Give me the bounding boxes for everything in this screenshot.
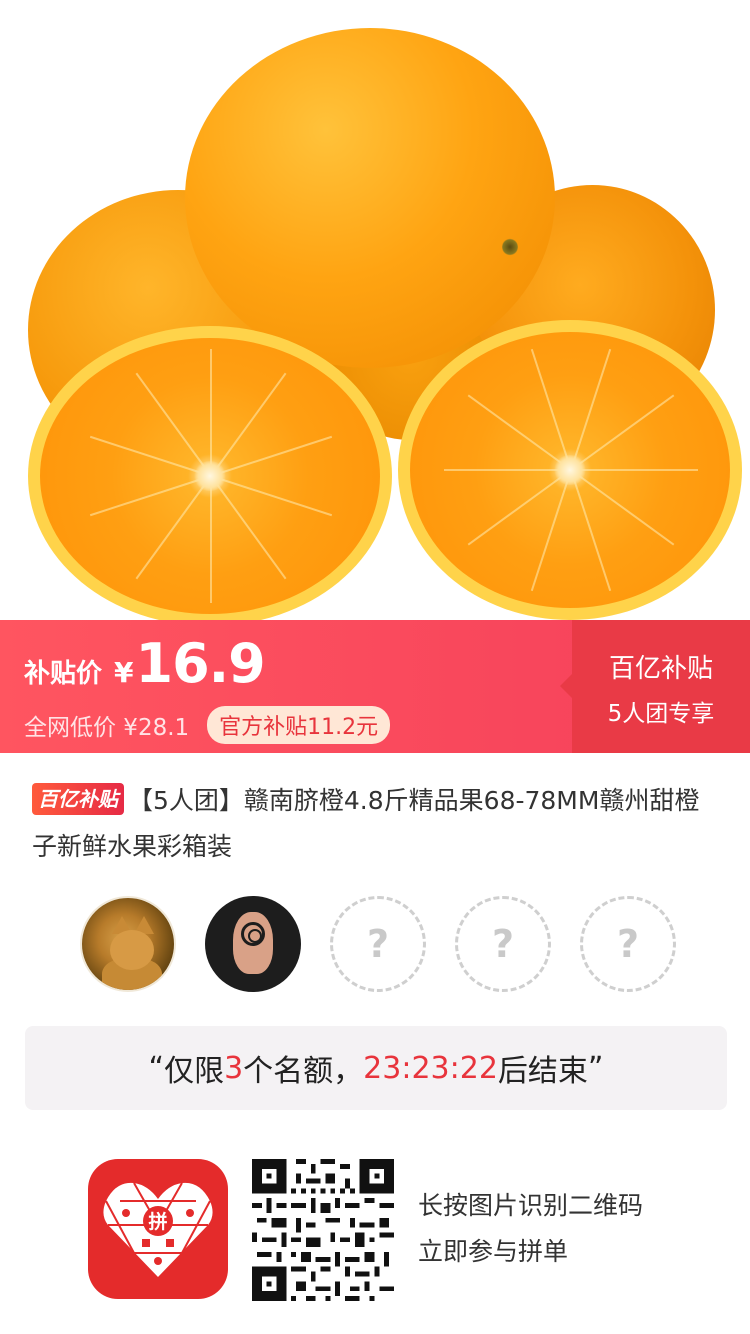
close-quote: ” — [587, 1050, 604, 1086]
countdown-suffix: 后结束 — [497, 1054, 588, 1089]
price-row: 补贴价 ¥ 16.9 — [24, 632, 266, 702]
countdown-middle: 个名额， — [243, 1054, 364, 1089]
promo-subtitle: 5人团专享 — [607, 701, 715, 727]
group-members: ? ? ? — [80, 896, 680, 996]
market-price: 全网低价 ¥28.1 — [24, 715, 190, 741]
question-mark-icon: ? — [366, 922, 390, 966]
orange-flesh — [410, 332, 730, 608]
countdown-banner: “ 仅限 3 个名额， 23:23:22 后结束 ” — [25, 1026, 727, 1110]
logo-glyph: 拼 — [148, 1210, 167, 1233]
heart-logo-icon: 拼 — [103, 1182, 213, 1277]
price-label: 补贴价 — [24, 659, 103, 689]
price-banner: 补贴价 ¥ 16.9 全网低价 ¥28.1 官方补贴11.2元 百亿补贴 5人团… — [0, 620, 750, 753]
subsidy-logo-badge: 百亿补贴 — [32, 783, 124, 815]
currency-symbol: ¥ — [114, 656, 134, 689]
orange-core — [553, 455, 587, 485]
owl-avatar[interactable] — [205, 896, 301, 992]
orange-core — [193, 461, 227, 491]
pinduoduo-app-icon[interactable]: 拼 — [88, 1159, 228, 1299]
product-title: 百亿补贴 【5人团】赣南脐橙4.8斤精品果68-78MM赣州甜橙子新鲜水果彩箱装 — [32, 778, 722, 870]
promo-side-panel: 百亿补贴 5人团专享 — [560, 620, 750, 753]
price-sub-row: 全网低价 ¥28.1 官方补贴11.2元 — [24, 706, 391, 744]
orange-top — [185, 28, 555, 368]
price-section: 补贴价 ¥ 16.9 全网低价 ¥28.1 官方补贴11.2元 — [0, 620, 572, 753]
question-mark-icon: ? — [616, 922, 640, 966]
open-quote: “ — [148, 1050, 165, 1086]
qr-code-graphic — [252, 1159, 394, 1301]
empty-slot[interactable]: ? — [455, 896, 551, 992]
qr-code-icon[interactable] — [252, 1159, 394, 1301]
orange-half-right — [398, 320, 742, 620]
owl-eye-icon — [241, 922, 265, 946]
qr-instruction: 长按图片识别二维码 — [418, 1191, 644, 1220]
empty-slot[interactable]: ? — [330, 896, 426, 992]
orange-stem — [502, 238, 518, 256]
orange-flesh — [40, 338, 380, 614]
join-group-text: 立即参与拼单 — [418, 1237, 569, 1266]
price-value: 16.9 — [135, 632, 266, 695]
subsidy-badge: 官方补贴11.2元 — [207, 706, 391, 744]
product-title-text: 【5人团】赣南脐橙4.8斤精品果68-78MM赣州甜橙子新鲜水果彩箱装 — [32, 786, 700, 861]
cat-face-icon — [110, 930, 154, 970]
orange-half-left — [28, 326, 392, 620]
product-image[interactable] — [0, 0, 750, 620]
cat-avatar[interactable] — [80, 896, 176, 992]
promo-title: 百亿补贴 — [608, 654, 713, 684]
countdown-timer: 23:23:22 — [363, 1050, 498, 1086]
question-mark-icon: ? — [491, 922, 515, 966]
countdown-prefix: 仅限 — [164, 1054, 225, 1089]
empty-slot[interactable]: ? — [580, 896, 676, 992]
slots-count: 3 — [224, 1050, 244, 1086]
